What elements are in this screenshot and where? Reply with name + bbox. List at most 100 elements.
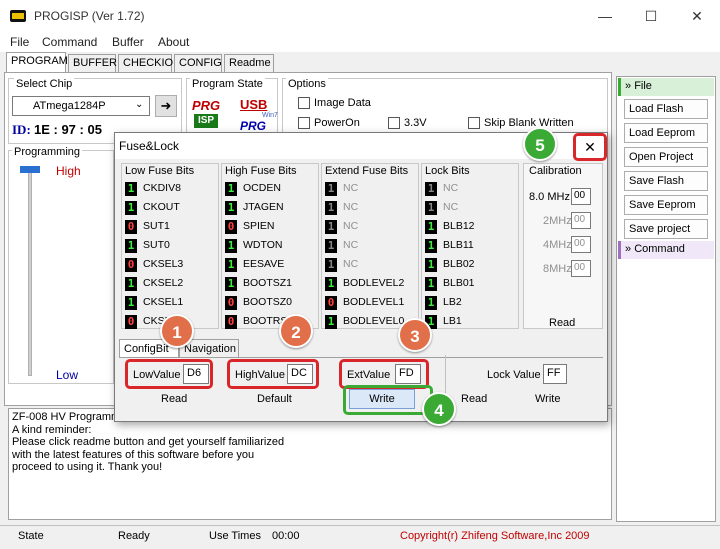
step-badge-3: 3 bbox=[398, 318, 432, 352]
lock-bits-header: Lock Bits bbox=[425, 165, 470, 177]
save-project-button[interactable]: Save project bbox=[624, 219, 708, 239]
fuse-default-button[interactable]: Default bbox=[257, 393, 292, 405]
poweron-checkbox[interactable] bbox=[298, 117, 310, 129]
menu-about[interactable]: About bbox=[158, 35, 189, 49]
fuse-write-button[interactable]: Write bbox=[349, 389, 415, 409]
fuse-bit-name: OCDEN bbox=[243, 182, 281, 194]
fuse-bit-row: 1 NC bbox=[323, 256, 417, 275]
fuse-bit-toggle[interactable]: 1 bbox=[425, 239, 437, 253]
sidebar-command-header[interactable]: » Command bbox=[618, 241, 714, 259]
tab-checkio[interactable]: CHECKIO bbox=[118, 54, 173, 72]
fuse-bit-toggle[interactable]: 0 bbox=[225, 296, 237, 310]
fuse-bit-toggle[interactable]: 1 bbox=[225, 258, 237, 272]
high-fuse-header: High Fuse Bits bbox=[225, 165, 297, 177]
minimize-button[interactable]: — bbox=[582, 0, 628, 32]
window-title: PROGISP (Ver 1.72) bbox=[34, 9, 145, 23]
fuse-bit-toggle[interactable]: 0 bbox=[125, 220, 137, 234]
fuse-bit-row: 0 BOOTSZ0 bbox=[223, 294, 317, 313]
ext-value-field[interactable]: FD bbox=[395, 364, 421, 384]
fuse-bit-toggle[interactable]: 1 bbox=[325, 201, 337, 215]
tab-config[interactable]: CONFIG bbox=[174, 54, 222, 72]
skip-blank-label: Skip Blank Written bbox=[484, 117, 574, 129]
fuse-bit-toggle[interactable]: 1 bbox=[425, 296, 437, 310]
fuse-bit-toggle[interactable]: 1 bbox=[225, 201, 237, 215]
fuse-bit-row: 1 LB2 bbox=[423, 294, 517, 313]
calibration-read-button[interactable]: Read bbox=[549, 317, 575, 329]
fuse-bit-toggle[interactable]: 0 bbox=[125, 258, 137, 272]
sidebar-file-header[interactable]: » File bbox=[618, 78, 714, 96]
fuse-bit-toggle[interactable]: 0 bbox=[325, 296, 337, 310]
fuse-bit-toggle[interactable]: 1 bbox=[225, 239, 237, 253]
high-value-field[interactable]: DC bbox=[287, 364, 313, 384]
maximize-button[interactable]: ☐ bbox=[628, 0, 674, 32]
fuse-bit-toggle[interactable]: 1 bbox=[325, 182, 337, 196]
ext-fuse-header: Extend Fuse Bits bbox=[325, 165, 409, 177]
status-copyright: Copyright(r) Zhifeng Software,Inc 2009 bbox=[400, 530, 590, 542]
tab-program[interactable]: PROGRAM bbox=[6, 52, 68, 73]
fuse-bit-row: 1 NC bbox=[423, 180, 517, 199]
fuse-bit-toggle[interactable]: 1 bbox=[225, 277, 237, 291]
fuse-bit-toggle[interactable]: 1 bbox=[225, 182, 237, 196]
fuse-bit-toggle[interactable]: 0 bbox=[225, 220, 237, 234]
tab-buffer[interactable]: BUFFER bbox=[68, 54, 117, 72]
fuse-bit-name: NC bbox=[343, 239, 359, 251]
fuse-bit-name: BLB11 bbox=[443, 239, 474, 251]
fuse-bit-toggle[interactable]: 1 bbox=[325, 220, 337, 234]
menu-file[interactable]: File bbox=[10, 35, 29, 49]
fuse-bit-name: NC bbox=[343, 201, 359, 213]
programming-slider-track[interactable] bbox=[28, 166, 32, 376]
menu-command[interactable]: Command bbox=[42, 35, 97, 49]
load-flash-button[interactable]: Load Flash bbox=[624, 99, 708, 119]
fuse-bit-toggle[interactable]: 1 bbox=[325, 258, 337, 272]
open-project-button[interactable]: Open Project bbox=[624, 147, 708, 167]
lock-value-field[interactable]: FF bbox=[543, 364, 567, 384]
low-value-field[interactable]: D6 bbox=[183, 364, 209, 384]
fuse-bit-toggle[interactable]: 1 bbox=[325, 315, 337, 329]
calibration-value-field[interactable]: 00 bbox=[571, 236, 591, 253]
calibration-value-field[interactable]: 00 bbox=[571, 188, 591, 205]
fuse-bit-name: BOOTSZ1 bbox=[243, 277, 293, 289]
fuse-bit-toggle[interactable]: 0 bbox=[225, 315, 237, 329]
save-eeprom-button[interactable]: Save Eeprom bbox=[624, 195, 708, 215]
fuse-bit-toggle[interactable]: 1 bbox=[125, 182, 137, 196]
fuse-bit-toggle[interactable]: 1 bbox=[325, 277, 337, 291]
fuse-bit-toggle[interactable]: 1 bbox=[425, 258, 437, 272]
fuse-bit-toggle[interactable]: 1 bbox=[425, 182, 437, 196]
programming-slider-thumb[interactable] bbox=[20, 166, 40, 173]
fuse-bit-toggle[interactable]: 1 bbox=[425, 201, 437, 215]
lock-write-button[interactable]: Write bbox=[535, 393, 560, 405]
calibration-value-field[interactable]: 00 bbox=[571, 212, 591, 229]
menu-buffer[interactable]: Buffer bbox=[112, 35, 144, 49]
close-window-button[interactable]: ✕ bbox=[674, 0, 720, 32]
step-badge-4: 4 bbox=[422, 392, 456, 426]
log-line: Please click readme button and get yours… bbox=[12, 436, 285, 448]
log-textarea[interactable]: ZF-008 HV Programmer Firmware A kind rem… bbox=[8, 408, 612, 520]
poweron-label: PowerOn bbox=[314, 117, 360, 129]
low-value-label: LowValue bbox=[133, 369, 181, 381]
fuse-bit-toggle[interactable]: 1 bbox=[125, 277, 137, 291]
fuse-bit-toggle[interactable]: 1 bbox=[325, 239, 337, 253]
fuse-bit-toggle[interactable]: 0 bbox=[125, 315, 137, 329]
fuse-bit-toggle[interactable]: 1 bbox=[425, 277, 437, 291]
calibration-value-field[interactable]: 00 bbox=[571, 260, 591, 277]
fuse-bit-name: BOOTSZ0 bbox=[243, 296, 293, 308]
fuse-bit-toggle[interactable]: 1 bbox=[125, 296, 137, 310]
lock-read-button[interactable]: Read bbox=[461, 393, 487, 405]
select-chip-arrow-button[interactable]: ➜ bbox=[155, 95, 177, 117]
save-flash-button[interactable]: Save Flash bbox=[624, 171, 708, 191]
chip-select[interactable]: ATmega1284P ⌄ bbox=[12, 96, 150, 116]
dialog-close-button[interactable]: ✕ bbox=[573, 133, 607, 161]
id-label: ID: bbox=[12, 122, 31, 137]
skip-blank-checkbox[interactable] bbox=[468, 117, 480, 129]
tab-readme[interactable]: Readme bbox=[224, 54, 274, 72]
3v3-checkbox[interactable] bbox=[388, 117, 400, 129]
fuse-read-button[interactable]: Read bbox=[161, 393, 187, 405]
fuse-bit-toggle[interactable]: 1 bbox=[425, 220, 437, 234]
fuse-bit-toggle[interactable]: 1 bbox=[125, 239, 137, 253]
load-eeprom-button[interactable]: Load Eeprom bbox=[624, 123, 708, 143]
fuse-bit-name: CKSEL3 bbox=[143, 258, 184, 270]
fuse-bit-name: CKSEL1 bbox=[143, 296, 184, 308]
fuse-bit-toggle[interactable]: 1 bbox=[125, 201, 137, 215]
slider-low-label: Low bbox=[56, 368, 79, 382]
image-data-checkbox[interactable] bbox=[298, 97, 310, 109]
